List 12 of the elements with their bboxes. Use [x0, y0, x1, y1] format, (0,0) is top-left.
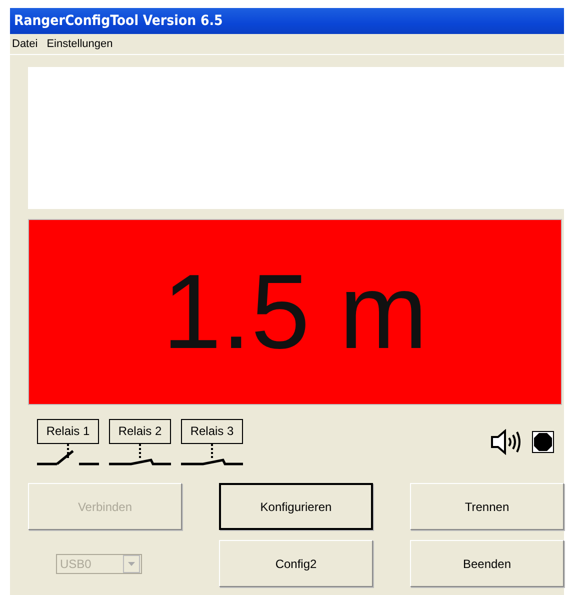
menu-item[interactable]: Datei [12, 38, 38, 50]
configure-button[interactable]: Konfigurieren [219, 483, 373, 530]
exit-button[interactable]: Beenden [410, 540, 564, 587]
relay-label: Relais 2 [109, 419, 171, 444]
window-title: RangerConfigTool Version 6.5 [14, 13, 223, 29]
stop-sign-icon [532, 431, 554, 453]
relay-label: Relais 1 [37, 419, 99, 444]
relay-label: Relais 3 [181, 419, 243, 444]
config2-button[interactable]: Config2 [219, 540, 373, 587]
menu-item[interactable]: Einstellungen [46, 38, 113, 50]
distance-reading: 1.5 m [162, 259, 428, 365]
disconnect-button[interactable]: Trennen [410, 483, 564, 530]
